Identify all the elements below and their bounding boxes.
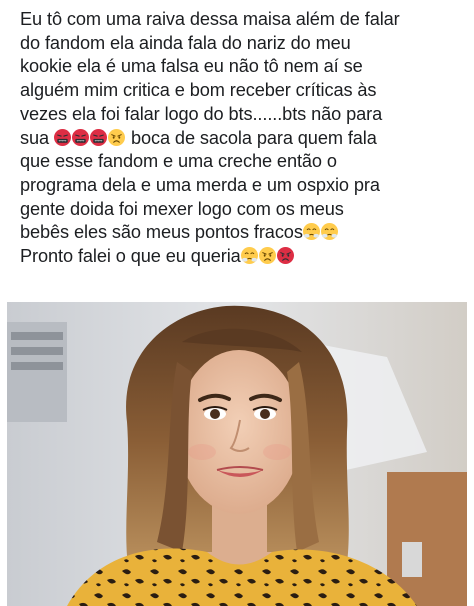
steam-nose-face-emoji-icon xyxy=(320,223,338,241)
red-angry-face-emoji-icon xyxy=(276,247,294,265)
post-line: sua boca de sacola para quem fala xyxy=(20,127,460,151)
post-line: bebês eles são meus pontos fracos xyxy=(20,221,460,245)
post-line-end: boca de sacola para quem fala xyxy=(130,127,377,148)
steam-nose-face-emoji-icon xyxy=(240,247,258,265)
post-line: Eu tô com uma raiva dessa maisa além de … xyxy=(20,9,400,29)
post-line: kookie ela é uma falsa eu não tô nem aí … xyxy=(20,56,363,77)
post-line: gente doida foi mexer logo com os meus xyxy=(20,198,344,219)
pouting-face-emoji-icon xyxy=(258,247,276,265)
cursing-face-emoji-icon xyxy=(71,128,89,146)
social-post: Eu tô com uma raiva dessa maisa além de … xyxy=(0,0,474,606)
post-line: que esse fandom e uma creche então o xyxy=(20,151,337,172)
post-line-start: sua xyxy=(20,127,50,148)
post-line: vezes ela foi falar logo do bts......bts… xyxy=(20,103,383,124)
cursing-face-emoji-icon xyxy=(53,128,71,146)
selfie-photo[interactable] xyxy=(7,302,467,606)
post-line-start: Pronto falei o que eu queria xyxy=(20,246,241,267)
post-line: Pronto falei o que eu queria xyxy=(20,245,460,269)
pouting-face-emoji-icon xyxy=(107,128,125,146)
cursing-face-emoji-icon xyxy=(89,128,107,146)
selfie-image xyxy=(7,302,467,606)
post-text: Eu tô com uma raiva dessa maisa além de … xyxy=(20,8,460,269)
steam-nose-face-emoji-icon xyxy=(302,223,320,241)
post-line: programa dela e uma merda e um ospxio pr… xyxy=(20,174,380,195)
post-line: do fandom ela ainda fala do nariz do meu xyxy=(20,32,351,53)
post-line: alguém mim critica e bom receber crítica… xyxy=(20,80,377,101)
post-line-start: bebês eles são meus pontos fracos xyxy=(20,222,303,243)
